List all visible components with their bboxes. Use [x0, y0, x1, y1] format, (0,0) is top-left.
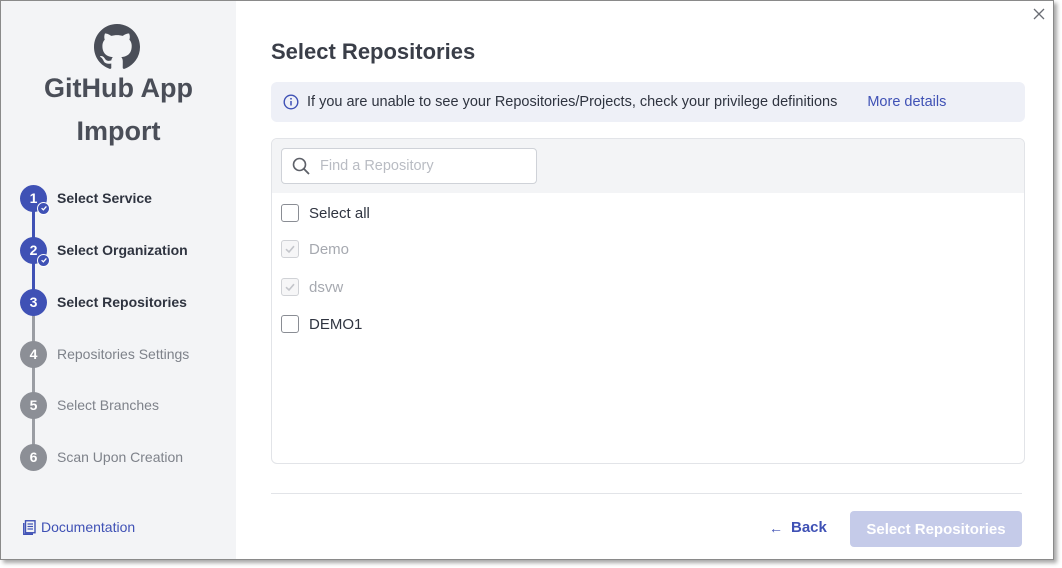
step-select-service: 1 Select Service: [20, 184, 230, 215]
back-button[interactable]: ← Back: [769, 519, 827, 536]
step-number: 6: [20, 443, 47, 471]
step-connector-pending: [32, 302, 35, 457]
step-label: Scan Upon Creation: [57, 449, 184, 465]
step-number: 4: [20, 340, 47, 368]
check-icon: [285, 283, 295, 292]
app-title: GitHub App Import: [1, 67, 236, 153]
step-label: Select Repositories: [57, 294, 187, 310]
select-all-checkbox[interactable]: [281, 204, 299, 222]
repository-checkbox: [281, 278, 299, 296]
step-number: 1: [20, 184, 50, 215]
info-banner: If you are unable to see your Repositori…: [271, 82, 1025, 122]
repository-name: Demo: [309, 240, 350, 258]
step-label: Select Service: [57, 190, 152, 206]
step-label: Repositories Settings: [57, 346, 190, 362]
step-repositories-settings: 4 Repositories Settings: [20, 340, 230, 368]
select-all-row[interactable]: Select all: [281, 201, 370, 225]
step-number: 2: [20, 236, 50, 267]
repository-name[interactable]: DEMO1: [309, 316, 362, 333]
search-icon: [292, 157, 310, 175]
info-icon: [283, 94, 299, 110]
page-title: Select Repositories: [271, 39, 476, 64]
step-select-repositories: 3 Select Repositories: [20, 288, 230, 316]
repository-checkbox[interactable]: [281, 315, 299, 333]
step-number: 3: [20, 288, 47, 316]
close-icon[interactable]: [1031, 6, 1047, 22]
back-label[interactable]: Back: [791, 519, 827, 536]
documentation-label[interactable]: Documentation: [41, 519, 135, 535]
search-input[interactable]: [320, 158, 520, 174]
check-icon: [285, 245, 295, 254]
repository-panel-header: [272, 139, 1024, 193]
check-icon: [37, 201, 50, 215]
repository-name: dsvw: [309, 278, 344, 296]
step-label: Select Branches: [57, 397, 159, 413]
check-icon: [37, 253, 50, 267]
step-select-organization: 2 Select Organization: [20, 236, 230, 267]
documentation-link[interactable]: Documentation: [23, 519, 135, 535]
more-details-link[interactable]: More details: [867, 94, 946, 110]
step-select-branches: 5 Select Branches: [20, 391, 230, 419]
repository-panel: Select all Demo dsvw DEMO1: [271, 138, 1025, 464]
wizard-sidebar: GitHub App Import 1 Select Service 2 Sel…: [1, 1, 236, 559]
footer-divider: [271, 493, 1022, 494]
list-item: Demo: [281, 237, 349, 261]
document-icon: [23, 519, 36, 535]
repository-checkbox: [281, 240, 299, 258]
list-item: dsvw: [281, 275, 343, 299]
list-item[interactable]: DEMO1: [281, 312, 362, 336]
step-scan-upon-creation: 6 Scan Upon Creation: [20, 443, 230, 471]
step-label: Select Organization: [57, 242, 188, 258]
import-dialog: GitHub App Import 1 Select Service 2 Sel…: [0, 0, 1054, 560]
app-title-line1: GitHub App: [44, 73, 193, 103]
github-icon: [94, 24, 140, 69]
search-box[interactable]: [281, 148, 537, 184]
arrow-left-icon: ←: [769, 519, 783, 536]
info-text: If you are unable to see your Repositori…: [307, 94, 838, 110]
select-repositories-button[interactable]: Select Repositories: [850, 511, 1022, 547]
select-all-label[interactable]: Select all: [309, 205, 370, 222]
app-title-line2: Import: [76, 116, 161, 146]
step-number: 5: [20, 391, 47, 419]
